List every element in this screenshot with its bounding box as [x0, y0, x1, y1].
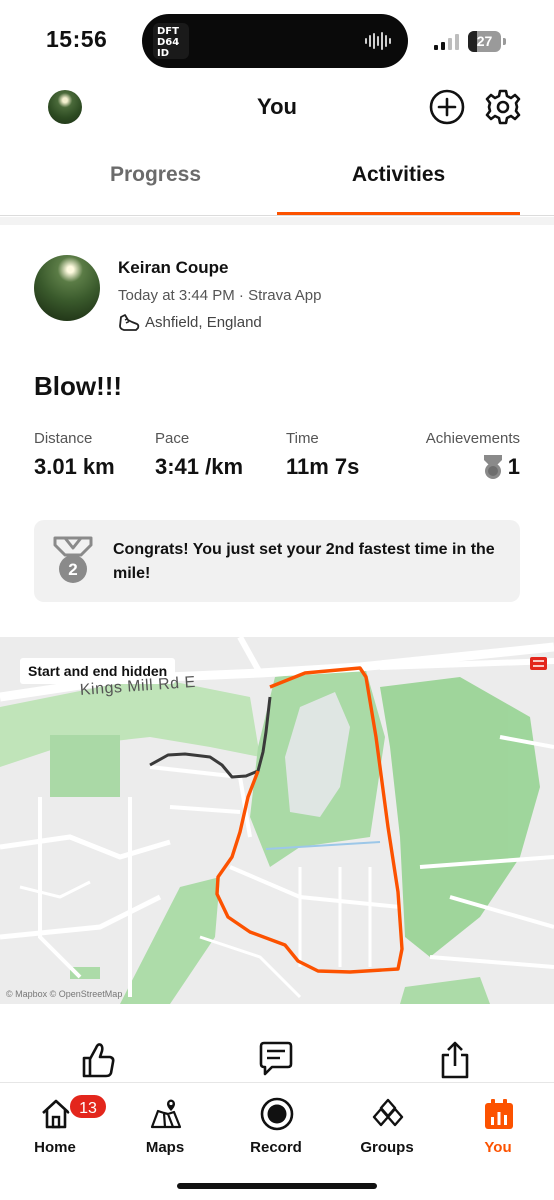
nav-label: Record	[250, 1139, 302, 1156]
nav-label: Maps	[145, 1139, 185, 1156]
page-title: You	[257, 94, 297, 119]
section-divider	[0, 217, 554, 225]
dynamic-island[interactable]: DFT D64 ID	[142, 14, 408, 68]
stat-label: Distance	[34, 430, 93, 447]
stat-value: 11m 7s	[286, 454, 360, 479]
activity-actions	[0, 1040, 554, 1084]
tab-activities[interactable]: Activities	[277, 148, 520, 216]
athlete-name[interactable]: Keiran Coupe	[118, 258, 229, 278]
athlete-avatar[interactable]	[34, 255, 100, 321]
map-attribution[interactable]: © Mapbox © OpenStreetMap	[6, 989, 122, 999]
status-time: 15:56	[46, 26, 108, 52]
now-playing-artwork: DFT D64 ID	[153, 23, 189, 59]
you-icon	[485, 1099, 513, 1129]
stat-pace: Pace 3:41 /km	[155, 430, 243, 480]
stat-achievements: Achievements 1	[426, 430, 520, 480]
nav-groups[interactable]: Groups	[342, 1089, 432, 1156]
nav-label: You	[484, 1139, 512, 1156]
nav-maps[interactable]: Maps	[120, 1089, 210, 1156]
notification-badge: 13	[68, 1093, 108, 1120]
stat-distance: Distance 3.01 km	[34, 430, 115, 480]
map-icon	[150, 1099, 182, 1129]
tab-progress[interactable]: Progress	[34, 148, 277, 216]
thumbs-up-icon[interactable]	[80, 1040, 116, 1080]
stat-label: Pace	[155, 430, 190, 447]
stat-label: Achievements	[425, 430, 520, 447]
achievement-highlight[interactable]: 2 Congrats! You just set your 2nd fastes…	[34, 520, 520, 602]
rail-station-icon	[530, 657, 547, 670]
medal-number: 2	[68, 560, 77, 579]
stat-value: 3.01 km	[34, 454, 115, 479]
running-shoe-icon	[119, 314, 140, 331]
location-text: Ashfield, England	[145, 314, 262, 331]
record-icon	[260, 1097, 294, 1131]
groups-icon	[372, 1098, 404, 1127]
activity-title[interactable]: Blow!!!	[34, 371, 122, 402]
home-indicator	[177, 1183, 377, 1189]
gear-icon[interactable]	[484, 88, 522, 126]
medal-icon	[483, 455, 502, 479]
nav-label: Home	[34, 1139, 76, 1156]
tab-bar: Progress Activities	[0, 148, 554, 216]
nav-label: Groups	[360, 1139, 414, 1156]
plus-circle-icon[interactable]	[428, 88, 466, 126]
stat-value: 3:41 /km	[155, 454, 244, 479]
share-icon[interactable]	[437, 1040, 473, 1080]
battery-level: 27	[476, 33, 493, 49]
top-nav: You	[0, 82, 554, 134]
nav-record[interactable]: Record	[231, 1089, 321, 1156]
cellular-signal-icon	[434, 34, 459, 50]
route-map[interactable]: Start and end hidden Kings Mill Rd E © M…	[0, 637, 554, 1004]
audio-waveform-icon	[365, 32, 391, 50]
stat-time: Time 11m 7s	[286, 430, 359, 480]
active-tab-indicator	[277, 212, 520, 215]
nav-home[interactable]: 13 Home	[10, 1089, 108, 1156]
silver-medal-icon: 2	[53, 536, 93, 583]
achievement-count: 1	[507, 454, 520, 479]
comment-icon[interactable]	[258, 1040, 294, 1080]
status-bar: 15:56 DFT D64 ID 27	[0, 0, 554, 80]
battery-icon: 27	[468, 31, 506, 52]
stat-label: Time	[286, 430, 319, 447]
highlight-text: Congrats! You just set your 2nd fastest …	[113, 541, 495, 582]
nav-you[interactable]: You	[453, 1089, 543, 1156]
activity-meta: Today at 3:44 PM · Strava App	[118, 287, 322, 304]
